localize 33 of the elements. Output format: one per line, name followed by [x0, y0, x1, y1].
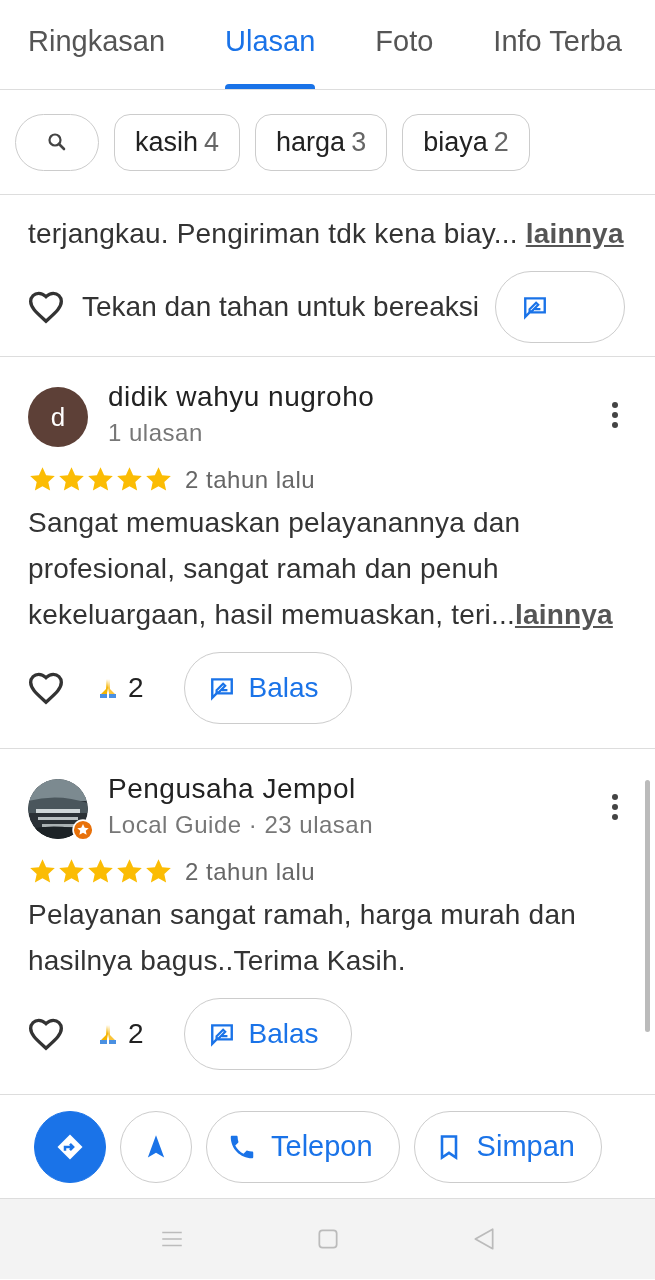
- filter-chip[interactable]: kasih 4: [114, 113, 241, 171]
- call-button[interactable]: Telepon: [206, 1110, 400, 1183]
- more-options-icon[interactable]: [611, 401, 619, 429]
- review-time: 2 tahun lalu: [185, 465, 316, 494]
- reply-icon: [521, 294, 548, 320]
- scrollbar[interactable]: [645, 780, 650, 1032]
- reply-button[interactable]: Balas: [183, 652, 352, 724]
- tab[interactable]: Info Terba: [493, 0, 622, 89]
- reviewer-meta: 1 ulasan: [108, 419, 204, 447]
- search-button[interactable]: [15, 113, 99, 171]
- tab[interactable]: Ringkasan: [28, 0, 196, 89]
- review-text: terjangkau. Pengiriman tdk kena biay... lainnya: [28, 217, 625, 251]
- reviewer-name[interactable]: Pengusaha Jempol: [108, 771, 611, 807]
- tab[interactable]: Foto: [375, 0, 464, 89]
- review-time: 2 tahun lalu: [185, 857, 316, 886]
- more-link[interactable]: lainnya: [525, 218, 624, 249]
- tab[interactable]: Ulasan: [225, 0, 346, 89]
- more-options-icon[interactable]: [611, 793, 619, 821]
- reviewer-meta: Local Guide · 23 ulasan: [108, 811, 374, 839]
- review-text: Pelayanan sangat ramah, harga murah dan hasilnya bagus..Terima Kasih.: [28, 898, 577, 978]
- save-button[interactable]: Simpan: [413, 1110, 602, 1183]
- reviewer-name[interactable]: didik wahyu nugroho: [108, 379, 611, 415]
- reaction-count: 2: [128, 672, 144, 704]
- reaction-count: 2: [128, 1018, 144, 1050]
- filter-chip[interactable]: harga 3: [255, 113, 388, 171]
- reaction-hint: Tekan dan tahan untuk bereaksi: [82, 291, 479, 323]
- reply-icon: [208, 1021, 235, 1047]
- review-text: Sangat memuaskan pelayanannya dan profesional, sangat ramah dan penuh kekeluargaan, hasil memuaskan, teri...lainnya: [28, 506, 614, 632]
- more-link[interactable]: lainnya: [514, 599, 613, 630]
- reply-icon: [208, 675, 235, 701]
- avatar[interactable]: d: [28, 387, 88, 447]
- reply-button[interactable]: Balas: [183, 998, 352, 1070]
- filter-chip[interactable]: biaya 2: [402, 113, 530, 171]
